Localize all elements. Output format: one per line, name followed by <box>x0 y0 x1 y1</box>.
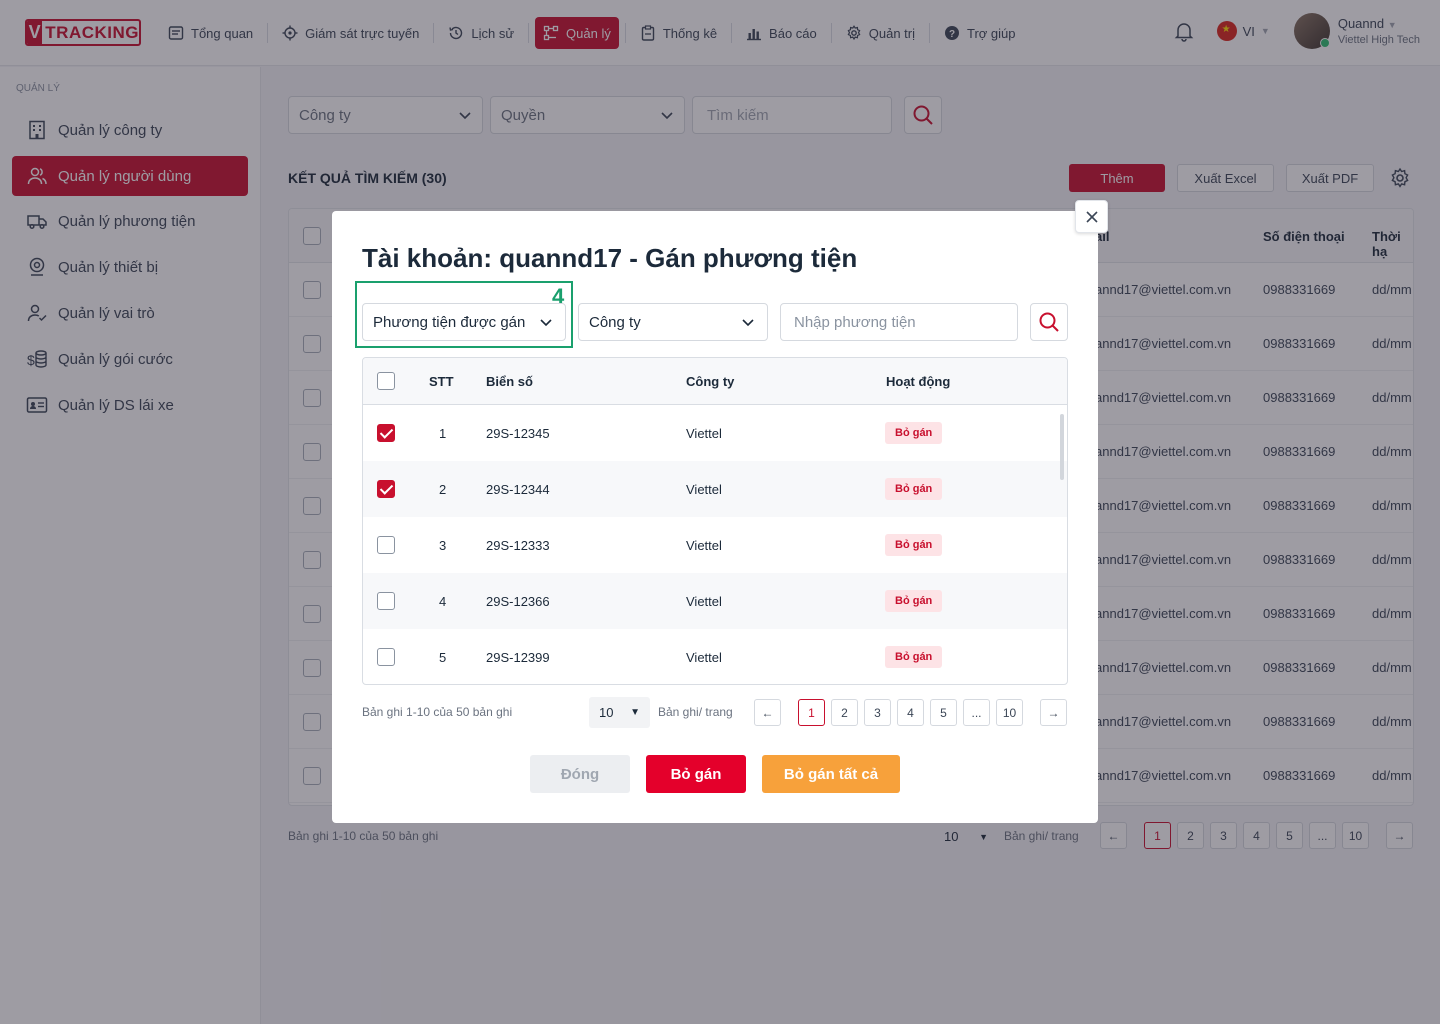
modal-search-button[interactable] <box>1030 303 1068 341</box>
chevron-down-icon <box>742 319 754 327</box>
unassign-button[interactable]: Bỏ gán <box>646 755 746 793</box>
column-stt: STT <box>429 374 454 389</box>
row-checkbox[interactable] <box>377 480 395 498</box>
arrow-right-icon: → <box>1047 705 1060 720</box>
modal-title: Tài khoản: quannd17 - Gán phương tiện <box>362 243 858 273</box>
row-checkbox[interactable] <box>377 592 395 610</box>
caret-down-icon: ▼ <box>630 707 640 718</box>
row-company: Viettel <box>686 482 722 497</box>
modal-per-page-label: Bản ghi/ trang <box>658 705 733 719</box>
assigned-vehicle-filter[interactable]: Phương tiện được gán <box>362 303 566 341</box>
vehicle-row[interactable]: 3 29S-12333 Viettel Bỏ gán <box>363 517 1067 573</box>
row-plate: 29S-12399 <box>486 650 550 665</box>
modal-close-button[interactable] <box>1075 200 1108 233</box>
row-stt: 3 <box>439 538 447 553</box>
vehicle-table-header: STT Biển số Công ty Hoạt động <box>363 358 1067 405</box>
modal-page-size-value: 10 <box>599 705 614 720</box>
unassign-tag-button[interactable]: Bỏ gán <box>885 534 943 556</box>
page-button[interactable]: 10 <box>996 699 1023 726</box>
row-company: Viettel <box>686 594 722 609</box>
row-plate: 29S-12333 <box>486 538 550 553</box>
assigned-filter-label: Phương tiện được gán <box>373 313 526 331</box>
page-button[interactable]: 2 <box>831 699 858 726</box>
unassign-all-button[interactable]: Bỏ gán tất cả <box>762 755 900 793</box>
unassign-tag-button[interactable]: Bỏ gán <box>885 478 943 500</box>
row-company: Viettel <box>686 650 722 665</box>
row-stt: 5 <box>439 650 447 665</box>
row-company: Viettel <box>686 538 722 553</box>
table-scrollbar[interactable] <box>1060 414 1064 480</box>
select-all-checkbox[interactable] <box>377 372 395 390</box>
chevron-down-icon <box>540 319 552 327</box>
row-plate: 29S-12344 <box>486 482 550 497</box>
prev-page-button[interactable]: ← <box>754 699 781 726</box>
row-stt: 4 <box>439 594 447 609</box>
modal-pagination: ← 1 2 3 4 5... 10 → <box>754 699 1073 726</box>
modal-company-filter-label: Công ty <box>589 313 641 331</box>
row-company: Viettel <box>686 426 722 441</box>
modal-company-filter[interactable]: Công ty <box>578 303 768 341</box>
close-button[interactable]: Đóng <box>530 755 630 793</box>
row-plate: 29S-12345 <box>486 426 550 441</box>
page-button[interactable]: 5 <box>930 699 957 726</box>
column-company: Công ty <box>686 374 735 389</box>
row-plate: 29S-12366 <box>486 594 550 609</box>
vehicle-table: STT Biển số Công ty Hoạt động 1 29S-12345… <box>362 357 1068 685</box>
assign-vehicle-modal: Tài khoản: quannd17 - Gán phương tiện 4 … <box>332 211 1098 823</box>
row-stt: 2 <box>439 482 447 497</box>
vehicle-row[interactable]: 1 29S-12345 Viettel Bỏ gán <box>363 405 1067 461</box>
modal-records-info: Bản ghi 1-10 của 50 bản ghi <box>362 705 513 719</box>
arrow-left-icon: ← <box>761 705 774 720</box>
page-button[interactable]: 4 <box>897 699 924 726</box>
next-page-button[interactable]: → <box>1040 699 1067 726</box>
row-stt: 1 <box>439 426 447 441</box>
vehicle-search-input[interactable] <box>780 303 1018 341</box>
page-button[interactable]: 1 <box>798 699 825 726</box>
row-checkbox[interactable] <box>377 648 395 666</box>
row-checkbox[interactable] <box>377 424 395 442</box>
vehicle-row[interactable]: 4 29S-12366 Viettel Bỏ gán <box>363 573 1067 629</box>
page-button[interactable]: 3 <box>864 699 891 726</box>
modal-page-size-select[interactable]: 10 ▼ <box>589 697 650 728</box>
close-icon <box>1085 210 1098 223</box>
column-plate: Biển số <box>486 374 533 389</box>
search-icon <box>1039 312 1059 332</box>
vehicle-row[interactable]: 5 29S-12399 Viettel Bỏ gán <box>363 629 1067 684</box>
vehicle-row[interactable]: 2 29S-12344 Viettel Bỏ gán <box>363 461 1067 517</box>
unassign-tag-button[interactable]: Bỏ gán <box>885 646 943 668</box>
page-button[interactable]: ... <box>963 699 990 726</box>
column-action: Hoạt động <box>886 374 951 389</box>
unassign-tag-button[interactable]: Bỏ gán <box>885 422 943 444</box>
unassign-tag-button[interactable]: Bỏ gán <box>885 590 943 612</box>
row-checkbox[interactable] <box>377 536 395 554</box>
